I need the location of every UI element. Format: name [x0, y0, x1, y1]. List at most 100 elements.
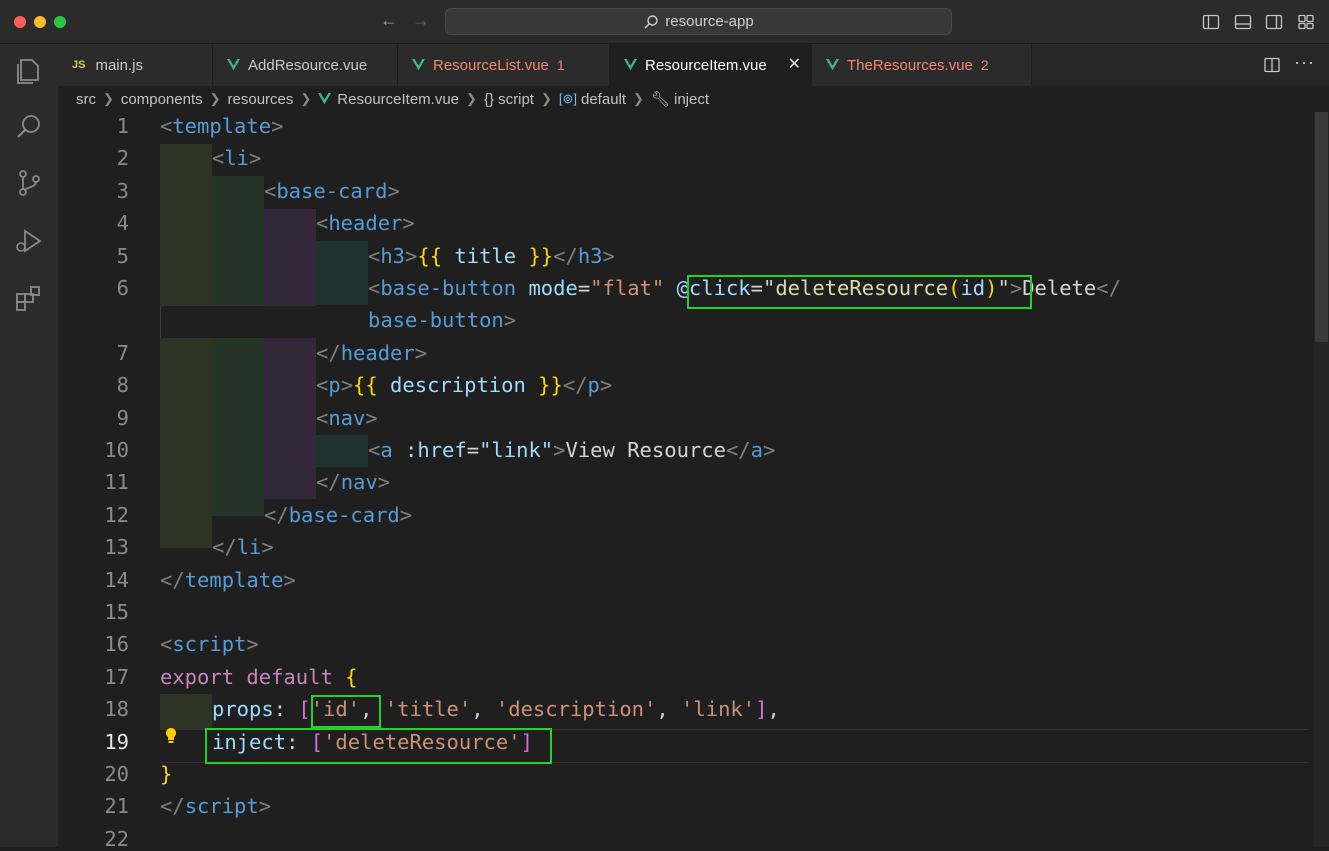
- code-line-3: <base-card>: [264, 179, 400, 203]
- forward-arrow-icon[interactable]: →: [412, 10, 430, 31]
- breadcrumb-item[interactable]: resources: [228, 91, 294, 108]
- token: description: [377, 373, 539, 397]
- token: <: [316, 211, 329, 235]
- token: >: [503, 308, 517, 332]
- code-line-17: export default {: [160, 665, 358, 689]
- back-arrow-icon[interactable]: ←: [380, 10, 398, 31]
- code-line-14: </template>: [160, 568, 296, 592]
- tab-main-js[interactable]: JS main.js: [58, 44, 213, 86]
- line-number: 2: [116, 146, 129, 170]
- close-icon[interactable]: ✕: [788, 54, 801, 74]
- token: >: [246, 632, 259, 656]
- token: ,: [656, 697, 682, 721]
- chevron-right-icon: ❯: [103, 91, 114, 106]
- problem-count-badge: 2: [980, 57, 989, 73]
- tab-label: AddResource.vue: [248, 56, 368, 74]
- token: 'title': [384, 697, 472, 721]
- line-number: 22: [104, 827, 129, 851]
- command-center-search[interactable]: resource-app: [445, 8, 952, 35]
- token: </: [264, 503, 289, 527]
- chevron-right-icon: ❯: [633, 91, 644, 106]
- more-actions-icon[interactable]: ···: [1294, 52, 1315, 73]
- line-number: 10: [104, 438, 129, 462]
- token: props: [212, 697, 274, 721]
- tab-resourceitem-vue[interactable]: ResourceItem.vue ✕: [610, 44, 812, 86]
- tab-addresource-vue[interactable]: AddResource.vue: [213, 44, 398, 86]
- code-line-7: </header>: [316, 341, 427, 365]
- window-zoom-button[interactable]: [54, 16, 66, 28]
- code-editor[interactable]: 1 2 3 4 5 6 7 8 9 10 11 12 13 14 15 16 1…: [58, 112, 1329, 851]
- breadcrumb-item[interactable]: {} script: [484, 91, 534, 108]
- toggle-secondary-sidebar-icon[interactable]: [1265, 13, 1283, 31]
- indent-guide: [316, 241, 368, 305]
- token: title: [442, 244, 529, 268]
- token: </: [212, 535, 237, 559]
- line-number: 1: [116, 114, 129, 138]
- search-icon: [644, 14, 658, 28]
- code-line-1: <template>: [160, 114, 283, 138]
- token: >: [271, 114, 284, 138]
- token: >: [602, 244, 615, 268]
- breadcrumb-item[interactable]: default: [581, 91, 626, 108]
- line-number: 20: [104, 762, 129, 786]
- token: >: [399, 503, 413, 527]
- breadcrumb-item[interactable]: src: [76, 91, 96, 108]
- token: >: [340, 373, 354, 397]
- token: li: [236, 535, 262, 559]
- window-close-button[interactable]: [14, 16, 26, 28]
- run-and-debug-icon[interactable]: [12, 224, 46, 258]
- split-editor-icon[interactable]: [1263, 56, 1281, 74]
- token: </: [725, 438, 751, 462]
- line-number: 13: [104, 535, 129, 559]
- token: li: [224, 146, 250, 170]
- source-control-icon[interactable]: [12, 166, 46, 200]
- tab-label: TheResources.vue: [847, 56, 973, 74]
- activity-bar: [0, 44, 58, 847]
- lightbulb-icon[interactable]: [164, 727, 178, 745]
- search-icon[interactable]: [12, 110, 46, 144]
- breadcrumb-item[interactable]: inject: [674, 91, 709, 108]
- token: >: [258, 794, 272, 818]
- explorer-icon[interactable]: [12, 54, 46, 88]
- token: <: [316, 406, 329, 430]
- token: <: [316, 373, 329, 397]
- customize-layout-icon[interactable]: [1297, 13, 1315, 31]
- line-number: 18: [104, 697, 129, 721]
- token: template: [184, 568, 284, 592]
- token: <: [368, 276, 381, 300]
- title-bar: ← → resource-app: [0, 0, 1329, 44]
- tab-label: main.js: [95, 56, 143, 74]
- toggle-panel-icon[interactable]: [1234, 13, 1252, 31]
- chevron-right-icon: ❯: [300, 91, 312, 106]
- vue-icon: [227, 59, 240, 71]
- extensions-icon[interactable]: [12, 282, 46, 316]
- tab-resourcelist-vue[interactable]: ResourceList.vue 1: [398, 44, 610, 86]
- vue-icon: [412, 59, 425, 71]
- line-number: 3: [116, 179, 129, 203]
- tab-label: ResourceItem.vue: [645, 56, 767, 74]
- token: ,: [471, 697, 496, 721]
- indent-guide: [316, 435, 368, 467]
- token: mode: [528, 276, 578, 300]
- window-minimize-button[interactable]: [34, 16, 46, 28]
- token: nav: [340, 470, 378, 494]
- token: </: [553, 244, 578, 268]
- code-line-13: </li>: [212, 535, 274, 559]
- code-line-4: <header>: [316, 211, 415, 235]
- chevron-right-icon: ❯: [209, 91, 221, 106]
- breadcrumb-item[interactable]: ResourceItem.vue: [337, 91, 459, 108]
- tab-theresources-vue[interactable]: TheResources.vue 2: [812, 44, 1032, 86]
- line-number: 21: [104, 794, 129, 818]
- token: }: [160, 762, 173, 786]
- token: template: [172, 114, 272, 138]
- highlight-box-inject: [205, 728, 552, 764]
- token: ]: [755, 697, 768, 721]
- code-line-20: }: [160, 762, 172, 786]
- token: "link": [479, 438, 554, 462]
- line-number: 9: [116, 406, 129, 430]
- breadcrumb-item[interactable]: components: [121, 91, 203, 108]
- scrollbar-thumb[interactable]: [1315, 112, 1328, 342]
- token: =: [577, 276, 591, 300]
- toggle-primary-sidebar-icon[interactable]: [1202, 13, 1220, 31]
